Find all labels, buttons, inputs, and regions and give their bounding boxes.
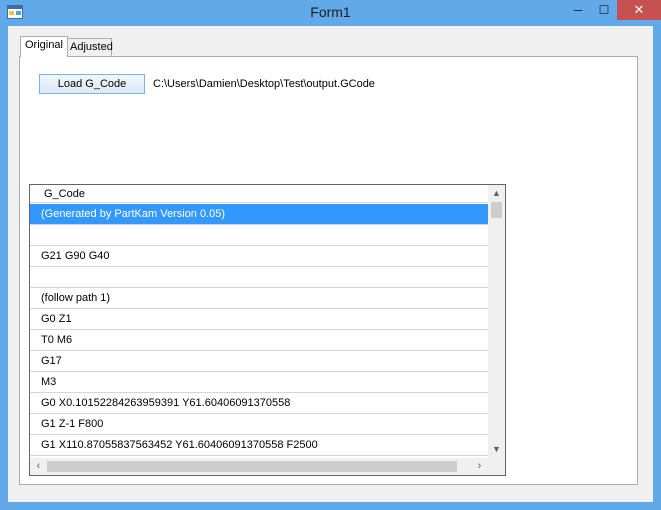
scroll-right-icon[interactable]: › <box>471 458 488 475</box>
gcode-grid[interactable]: G_Code (Generated by PartKam Version 0.0… <box>29 184 506 476</box>
load-gcode-button[interactable]: Load G_Code <box>39 74 145 94</box>
table-row[interactable]: (Generated by PartKam Version 0.05) <box>30 204 488 225</box>
close-button[interactable]: ✕ <box>617 0 661 20</box>
file-path-label: C:\Users\Damien\Desktop\Test\output.GCod… <box>153 78 375 90</box>
tab-adjusted[interactable]: Adjusted <box>65 38 113 56</box>
column-header-label: G_Code <box>44 188 85 200</box>
table-row[interactable]: G21 G90 G40 <box>30 246 488 267</box>
maximize-button[interactable]: ☐ <box>591 0 617 20</box>
form-client-area: Original Adjusted Load G_Code C:\Users\D… <box>8 26 653 502</box>
vertical-scroll-thumb[interactable] <box>491 202 502 218</box>
window-title: Form1 <box>310 4 351 20</box>
table-row[interactable]: G1 Z-1 F800 <box>30 414 488 435</box>
table-row[interactable]: G0 Z1 <box>30 309 488 330</box>
tab-page-original: Load G_Code C:\Users\Damien\Desktop\Test… <box>19 56 638 485</box>
scroll-up-icon[interactable]: ▲ <box>488 185 505 202</box>
table-row[interactable]: G17 <box>30 351 488 372</box>
scrollbar-corner <box>488 458 505 475</box>
minimize-button[interactable]: ─ <box>565 0 591 20</box>
table-row[interactable]: G1 X110.87055837563452 Y61.6040609137055… <box>30 435 488 456</box>
table-row[interactable] <box>30 267 488 288</box>
column-header-gcode[interactable]: G_Code <box>30 185 488 203</box>
main-window: Form1 ─ ☐ ✕ Original Adjusted Load G_Cod… <box>0 0 661 510</box>
grid-rows: (Generated by PartKam Version 0.05) G21 G… <box>30 204 488 475</box>
table-row[interactable]: T0 M6 <box>30 330 488 351</box>
vertical-scrollbar[interactable]: ▲ ▼ <box>488 185 505 458</box>
scroll-down-icon[interactable]: ▼ <box>488 441 505 458</box>
table-row[interactable]: G0 X0.10152284263959391 Y61.604060913705… <box>30 393 488 414</box>
horizontal-scrollbar[interactable]: ‹ › <box>30 458 488 475</box>
scroll-left-icon[interactable]: ‹ <box>30 458 47 475</box>
tab-original[interactable]: Original <box>20 36 68 57</box>
horizontal-scroll-thumb[interactable] <box>47 461 457 472</box>
table-row[interactable] <box>30 225 488 246</box>
title-bar[interactable]: Form1 ─ ☐ ✕ <box>0 0 661 26</box>
table-row[interactable]: (follow path 1) <box>30 288 488 309</box>
table-row[interactable]: M3 <box>30 372 488 393</box>
